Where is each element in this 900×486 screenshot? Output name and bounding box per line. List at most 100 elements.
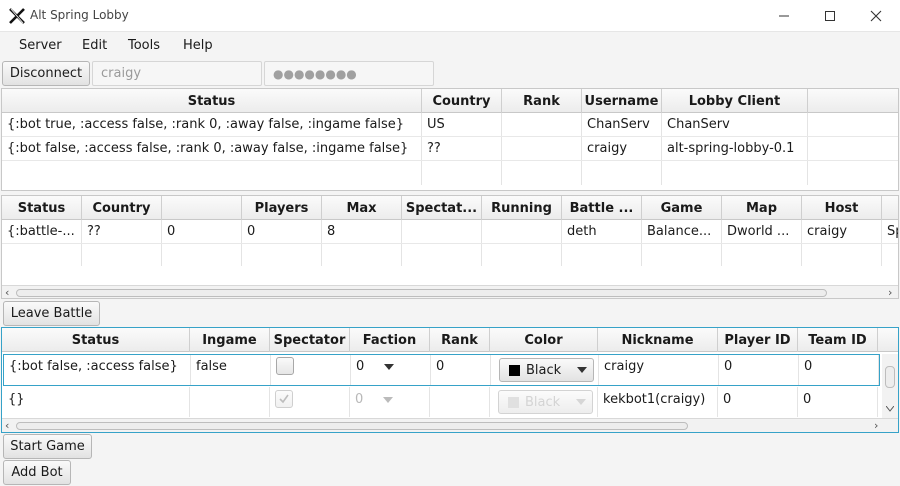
column-country[interactable]: Country bbox=[422, 89, 502, 113]
table-row[interactable]: {} 0 Black kekbot1(craigy) 0 0 bbox=[3, 387, 880, 417]
users-table-header: Status Country Rank Username Lobby Clien… bbox=[2, 89, 898, 113]
scroll-right-icon[interactable]: › bbox=[888, 286, 892, 298]
column-lobby-client[interactable]: Lobby Client bbox=[662, 89, 808, 113]
spectator-checkbox[interactable] bbox=[276, 357, 294, 375]
menu-server[interactable]: Server bbox=[19, 38, 62, 53]
column-team-id[interactable]: Team ID bbox=[798, 328, 878, 352]
leave-battle-button[interactable]: Leave Battle bbox=[3, 301, 100, 326]
column-country[interactable]: Country bbox=[82, 196, 162, 220]
maximize-button[interactable] bbox=[807, 0, 853, 32]
column-blank[interactable] bbox=[162, 196, 242, 220]
scroll-left-icon[interactable]: ‹ bbox=[5, 286, 9, 298]
battle-game-cell: Balance... bbox=[642, 220, 722, 243]
add-bot-button[interactable]: Add Bot bbox=[3, 460, 71, 485]
table-row[interactable]: {:battle-... ?? 0 0 8 deth Balance... Dw… bbox=[2, 220, 898, 244]
empty-cell bbox=[322, 244, 402, 266]
start-game-button[interactable]: Start Game bbox=[3, 434, 92, 459]
chevron-down-icon bbox=[577, 367, 588, 373]
players-table: Status Ingame Spectator Faction Rank Col… bbox=[1, 327, 899, 433]
empty-cell bbox=[402, 244, 482, 266]
chevron-down-icon bbox=[384, 363, 395, 370]
player-status-cell: {:bot false, :access false} bbox=[4, 355, 191, 385]
faction-value: 0 bbox=[356, 359, 365, 374]
table-row-empty bbox=[2, 161, 898, 185]
color-cell: Black bbox=[490, 387, 598, 417]
team-id-cell: 0 bbox=[798, 387, 878, 417]
column-max[interactable]: Max bbox=[322, 196, 402, 220]
players-vertical-scrollbar[interactable] bbox=[882, 354, 898, 418]
player-nickname-cell: kekbot1(craigy) bbox=[598, 387, 718, 417]
column-status[interactable]: Status bbox=[2, 328, 190, 352]
password-field[interactable]: ●●●●●●●● bbox=[264, 61, 434, 86]
table-row[interactable]: {:bot true, :access false, :rank 0, :awa… bbox=[2, 113, 898, 137]
scroll-down-icon[interactable] bbox=[886, 406, 894, 412]
color-picker-button-disabled: Black bbox=[498, 390, 593, 414]
players-horizontal-scrollbar[interactable]: ‹ › bbox=[2, 418, 898, 432]
empty-cell bbox=[2, 161, 422, 185]
player-rank-cell bbox=[430, 387, 490, 417]
battle-map-cell: Dworld ... bbox=[722, 220, 802, 243]
chevron-down-icon bbox=[576, 399, 587, 405]
column-ingame[interactable]: Ingame bbox=[190, 328, 270, 352]
scroll-right-icon[interactable]: › bbox=[874, 419, 878, 432]
battles-table: Status Country Players Max Spectat... Ru… bbox=[1, 195, 899, 299]
column-host[interactable]: Host bbox=[802, 196, 882, 220]
empty-cell bbox=[422, 161, 502, 185]
scrollbar-thumb[interactable] bbox=[16, 289, 827, 297]
scrollbar-thumb[interactable] bbox=[885, 366, 895, 388]
menu-edit[interactable]: Edit bbox=[82, 38, 107, 53]
disconnect-button[interactable]: Disconnect bbox=[2, 61, 90, 86]
column-rank[interactable]: Rank bbox=[502, 89, 582, 113]
column-game[interactable]: Game bbox=[642, 196, 722, 220]
close-icon bbox=[870, 10, 882, 22]
column-status[interactable]: Status bbox=[2, 196, 82, 220]
battle-spectators-cell bbox=[402, 220, 482, 243]
column-running[interactable]: Running bbox=[482, 196, 562, 220]
battle-running-cell bbox=[482, 220, 562, 243]
faction-cell: 0 bbox=[351, 355, 431, 385]
user-status-cell: {:bot false, :access false, :rank 0, :aw… bbox=[2, 137, 422, 160]
empty-cell bbox=[662, 161, 808, 185]
empty-cell bbox=[502, 161, 582, 185]
faction-select[interactable]: 0 bbox=[356, 359, 395, 374]
user-status-cell: {:bot true, :access false, :rank 0, :awa… bbox=[2, 113, 422, 136]
close-button[interactable] bbox=[853, 0, 899, 32]
column-status[interactable]: Status bbox=[2, 89, 422, 113]
column-map[interactable]: Map bbox=[722, 196, 802, 220]
table-row-selected[interactable]: {:bot false, :access false} false 0 0 Bl… bbox=[3, 354, 880, 386]
column-rank[interactable]: Rank bbox=[430, 328, 490, 352]
spectator-cell bbox=[270, 387, 350, 417]
column-spectator[interactable]: Spectator bbox=[270, 328, 350, 352]
check-icon bbox=[279, 394, 289, 404]
column-player-id[interactable]: Player ID bbox=[718, 328, 798, 352]
column-overflow[interactable] bbox=[882, 196, 898, 220]
faction-value: 0 bbox=[355, 392, 364, 407]
username-field[interactable]: craigy bbox=[92, 61, 262, 86]
empty-cell bbox=[242, 244, 322, 266]
team-id-cell: 0 bbox=[799, 355, 879, 385]
column-overflow[interactable] bbox=[878, 328, 898, 352]
scroll-left-icon[interactable]: ‹ bbox=[5, 419, 9, 432]
color-swatch bbox=[509, 364, 520, 376]
column-nickname[interactable]: Nickname bbox=[598, 328, 718, 352]
users-table: Status Country Rank Username Lobby Clien… bbox=[1, 88, 899, 191]
column-spectators[interactable]: Spectat... bbox=[402, 196, 482, 220]
minimize-button[interactable] bbox=[761, 0, 807, 32]
column-faction[interactable]: Faction bbox=[350, 328, 430, 352]
user-client-cell: alt-spring-lobby-0.1 bbox=[662, 137, 808, 160]
column-players[interactable]: Players bbox=[242, 196, 322, 220]
battles-horizontal-scrollbar[interactable]: ‹ › bbox=[2, 285, 898, 298]
player-rank-cell: 0 bbox=[431, 355, 491, 385]
scrollbar-thumb[interactable] bbox=[16, 422, 688, 430]
menu-tools[interactable]: Tools bbox=[128, 38, 160, 53]
column-battle-title[interactable]: Battle ... bbox=[562, 196, 642, 220]
menu-help[interactable]: Help bbox=[183, 38, 213, 53]
table-row[interactable]: {:bot false, :access false, :rank 0, :aw… bbox=[2, 137, 898, 161]
players-table-header: Status Ingame Spectator Faction Rank Col… bbox=[2, 328, 898, 352]
spectator-checkbox-checked[interactable] bbox=[275, 390, 293, 408]
maximize-icon bbox=[825, 11, 835, 21]
column-color[interactable]: Color bbox=[490, 328, 598, 352]
column-username[interactable]: Username bbox=[582, 89, 662, 113]
player-status-cell: {} bbox=[3, 387, 190, 417]
color-picker-button[interactable]: Black bbox=[499, 358, 594, 382]
